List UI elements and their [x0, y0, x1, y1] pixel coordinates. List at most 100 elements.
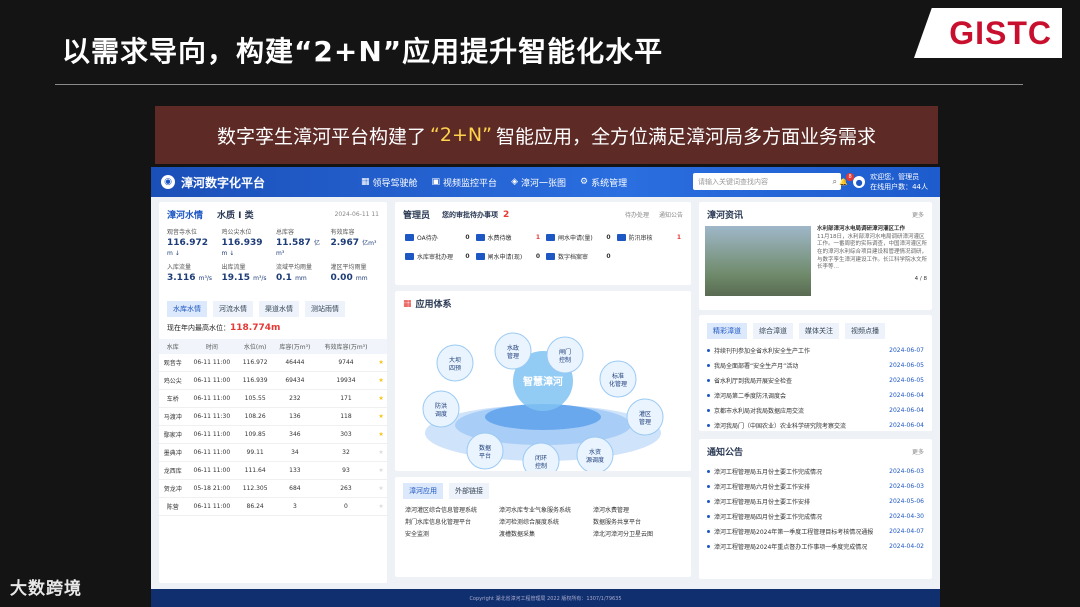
notice-more[interactable]: 更多 — [912, 447, 924, 456]
list-item[interactable]: 漳河局第二季度防汛调度会 2024-06-04 — [707, 388, 924, 403]
table-row[interactable]: 龙西库 06-11 11:00 111.64 133 93 ★ — [159, 461, 387, 480]
star-icon[interactable]: ★ — [375, 443, 387, 462]
bullet-icon — [707, 500, 710, 503]
app-link[interactable]: 荆门水库信息化管理平台 — [405, 517, 493, 526]
apps-tab[interactable]: 外部链接 — [449, 483, 489, 499]
water-metric: 出库流量 19.15 m³/s — [222, 262, 271, 283]
logo-text: GISTC — [949, 14, 1052, 51]
news-pager[interactable]: 4 / 8 — [817, 276, 927, 284]
item-date: 2024-06-04 — [889, 407, 924, 414]
search-input[interactable]: 请输入关键词查找内容 ⌕ — [693, 173, 841, 190]
list-item[interactable]: 漳河工程管理局2024年第一季度工程管理目标考核情况通报 2024-04-07 — [707, 524, 924, 539]
todo-item[interactable]: OA待办 0 — [405, 233, 470, 242]
todo-link[interactable]: 待办处理 — [625, 210, 649, 219]
app-node-label: 源调度 — [586, 456, 604, 464]
list-item[interactable]: 漳河工程管理局五月份主要工作完成情况 2024-06-03 — [707, 464, 924, 479]
table-row[interactable]: 墨典冲 06-11 11:00 99.11 34 32 ★ — [159, 443, 387, 462]
app-node-label: 调度 — [435, 410, 447, 418]
avatar[interactable]: ● — [853, 176, 866, 188]
brand[interactable]: ◉ 漳河数字化平台 — [161, 174, 265, 191]
news-photo[interactable] — [705, 226, 811, 296]
list-item[interactable]: 持续刊刊参加全省水利安全生产工作 2024-06-07 — [707, 343, 924, 358]
table-row[interactable]: 鸡公尖 06-11 11:00 116.939 69434 19934 ★ — [159, 371, 387, 390]
table-row[interactable]: 车桥 06-11 11:00 105.55 232 171 ★ — [159, 389, 387, 408]
app-link[interactable]: 漳河灌区综合信息管理系统 — [405, 505, 493, 514]
list-item[interactable]: 京都市水利局对我局数据应用交流 2024-06-04 — [707, 403, 924, 418]
app-link[interactable]: 漳河检测综合展度系统 — [499, 517, 587, 526]
apps-tab[interactable]: 漳河应用 — [403, 483, 443, 499]
map-icon: ◈ — [511, 177, 518, 187]
banner-post: 智能应用，全方位满足漳河局多方面业务需求 — [495, 125, 876, 148]
list-item[interactable]: 漳河工程管理局2024年重点督办工作事项一季度完成情况 2024-04-02 — [707, 539, 924, 554]
news-tab[interactable]: 综合漳道 — [753, 323, 793, 339]
app-link[interactable]: 数据服务共享平台 — [593, 517, 681, 526]
main-nav: ▦ 领导驾驶舱 ▣ 视频监控平台 ◈ 漳河一张图 ⚙ 系统管理 — [361, 176, 627, 189]
center-label: 智慧漳河 — [523, 375, 563, 388]
list-item[interactable]: 漳河我局门（中国农业）农业科学研究院考察交流 2024-06-04 — [707, 418, 924, 433]
app-link[interactable]: 渡槽数据采集 — [499, 529, 587, 538]
table-cell: 06-11 11:00 — [186, 425, 238, 444]
metric-unit: m³/s — [198, 275, 213, 282]
star-icon[interactable]: ★ — [375, 371, 387, 390]
list-item[interactable]: 漳河工程管理局五月份主要工作安排 2024-05-06 — [707, 494, 924, 509]
app-link[interactable]: 安全监测 — [405, 529, 493, 538]
star-icon[interactable]: ★ — [375, 354, 387, 372]
news-tab[interactable]: 视频点播 — [845, 323, 885, 339]
news-list-card: 精彩漳道 综合漳道 媒体关注 视频点播 持续刊刊参加全省水利安全生产工作 2024-06… — [699, 315, 932, 431]
video-icon: ▣ — [431, 177, 441, 187]
todo-item[interactable]: 水库审批办理 0 — [405, 252, 470, 261]
star-icon[interactable]: ★ — [375, 461, 387, 480]
table-cell: 232 — [273, 389, 317, 408]
folder-icon — [616, 234, 626, 241]
nav-map[interactable]: ◈ 漳河一张图 — [511, 176, 566, 189]
star-icon[interactable]: ★ — [375, 479, 387, 498]
item-title: 漳河工程管理局2024年重点督办工作事项一季度完成情况 — [714, 544, 868, 551]
water-date: 2024-06-11 11 — [334, 211, 379, 218]
table-row[interactable]: 陈营 06-11 11:00 86.24 3 0 ★ — [159, 497, 387, 516]
todo-item[interactable]: 防汛审核 1 — [616, 233, 681, 242]
table-row[interactable]: 观音寺 06-11 11:00 116.972 46444 9744 ★ — [159, 354, 387, 372]
metric-label: 入库流量 — [167, 264, 192, 271]
water-tab[interactable]: 水库水情 — [167, 301, 207, 317]
app-link[interactable]: 漳北河漳河分卫星云图 — [593, 529, 681, 538]
table-cell: 116.972 — [237, 354, 274, 372]
folder-icon — [546, 234, 555, 241]
notice-link[interactable]: 通知公告 — [659, 210, 683, 219]
list-item[interactable]: 漳河工程管理局六月份主要工作安排 2024-06-03 — [707, 479, 924, 494]
todo-item[interactable]: 水费待缴 1 — [475, 233, 540, 242]
water-metric: 入库流量 3.116 m³/s — [167, 262, 216, 283]
news-headline[interactable]: 水利部漳河水电局调研漳河灌区工作 — [817, 226, 927, 234]
item-title: 京都市水利局对我局数据应用交流 — [714, 408, 805, 415]
news-tab[interactable]: 媒体关注 — [799, 323, 839, 339]
nav-system[interactable]: ⚙ 系统管理 — [580, 176, 627, 189]
todo-item[interactable]: 数字档案审 0 — [546, 252, 611, 261]
news-tab[interactable]: 精彩漳道 — [707, 323, 747, 339]
nav-dashboard[interactable]: ▦ 领导驾驶舱 — [361, 176, 418, 189]
search-icon[interactable]: ⌕ — [833, 177, 837, 187]
metric-value: 19.15 m³/s — [221, 273, 267, 283]
star-icon[interactable]: ★ — [375, 497, 387, 516]
star-icon[interactable]: ★ — [375, 407, 387, 426]
metric-unit: mm — [295, 275, 307, 282]
list-item[interactable]: 我局全面部署“安全生产月”活动 2024-06-05 — [707, 358, 924, 373]
water-tab[interactable]: 河流水情 — [213, 301, 253, 317]
nav-video[interactable]: ▣ 视频监控平台 — [432, 176, 498, 189]
app-link[interactable]: 漳河水库专业气象服务系统 — [499, 505, 587, 514]
app-link[interactable]: 漳河水费管理 — [593, 505, 681, 514]
list-item[interactable]: 省水利厅到我局开展安全检查 2024-06-05 — [707, 373, 924, 388]
news-more[interactable]: 更多 — [912, 210, 924, 219]
todo-item[interactable]: 闸水申请(现) 0 — [475, 252, 540, 261]
water-tab[interactable]: 渠道水情 — [259, 301, 299, 317]
star-icon[interactable]: ★ — [375, 389, 387, 408]
star-icon[interactable]: ★ — [375, 425, 387, 444]
table-row[interactable]: 贺龙冲 05-18 21:00 112.305 684 263 ★ — [159, 479, 387, 498]
todo-item[interactable]: 闸水申请(量) 0 — [546, 233, 611, 242]
bell-icon[interactable]: 🔔 8 — [839, 173, 855, 186]
table-cell: 19934 — [316, 371, 376, 390]
list-item[interactable]: 漳河工程管理局四月份主要工作完成情况 2024-04-30 — [707, 509, 924, 524]
table-header: 水位(m) — [237, 339, 274, 354]
table-cell: 鄢家冲 — [159, 425, 187, 444]
table-row[interactable]: 鄢家冲 06-11 11:00 109.85 346 303 ★ — [159, 425, 387, 444]
table-row[interactable]: 马渡冲 06-11 11:30 108.26 136 118 ★ — [159, 407, 387, 426]
water-tab[interactable]: 测站雨情 — [305, 301, 345, 317]
